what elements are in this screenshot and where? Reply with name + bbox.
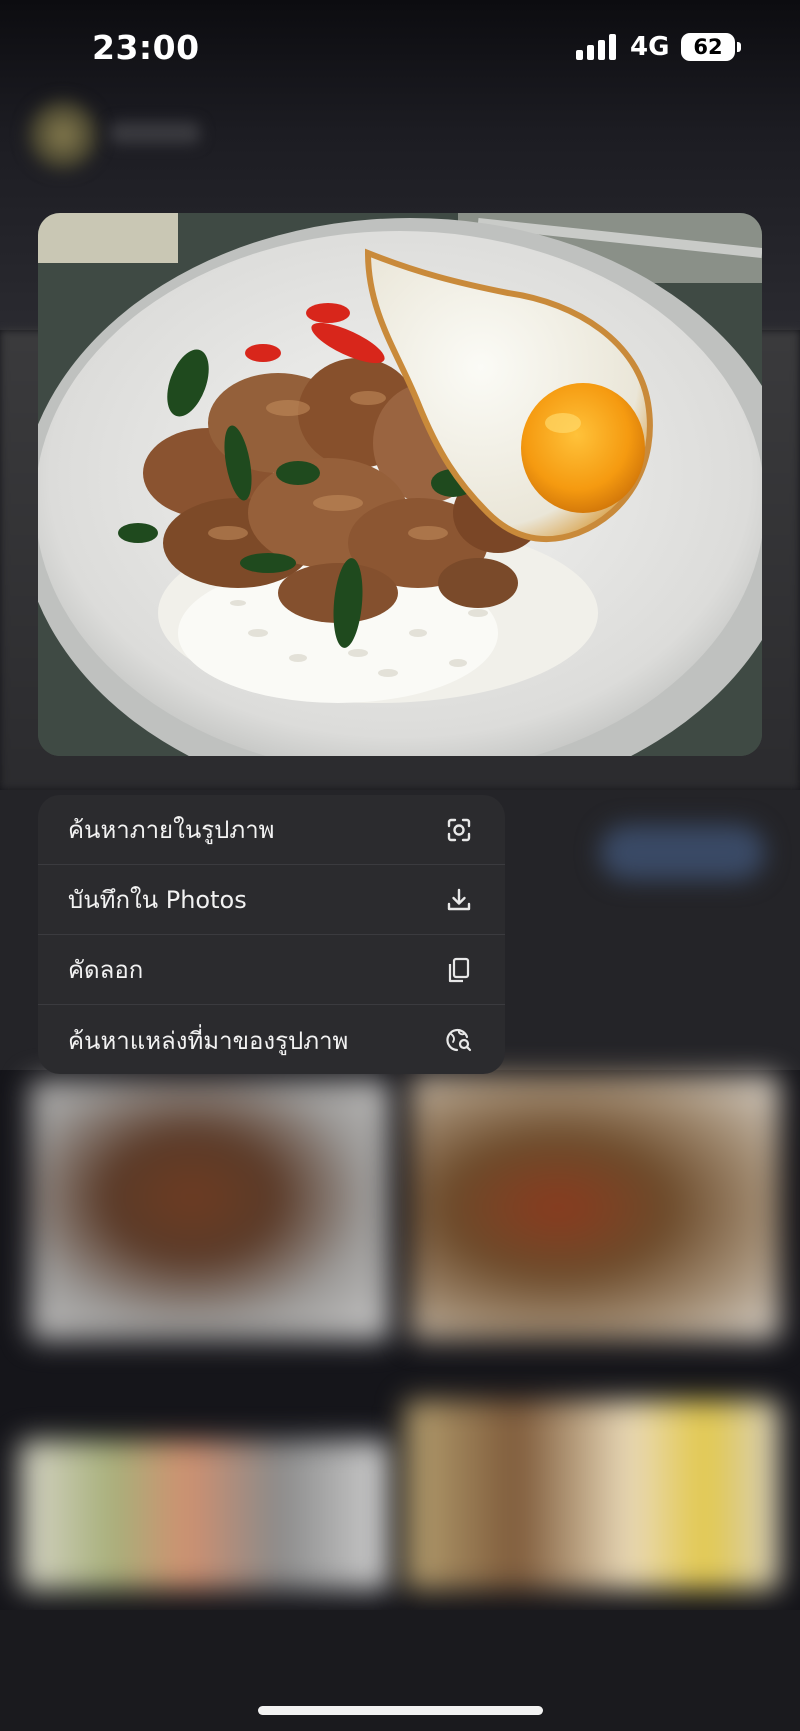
background-username <box>110 122 200 144</box>
status-time: 23:00 <box>92 28 200 67</box>
menu-item-visual-search[interactable]: ค้นหาภายในรูปภาพ <box>38 795 505 865</box>
menu-item-save-to-photos[interactable]: บันทึกใน Photos <box>38 865 505 935</box>
menu-item-label: ค้นหาแหล่งที่มาของรูปภาพ <box>68 1026 349 1055</box>
food-photo <box>38 213 762 756</box>
copy-icon <box>445 956 473 984</box>
battery-level: 62 <box>693 35 723 59</box>
background-thumbnail <box>30 1080 390 1340</box>
background-thumbnail <box>410 1075 780 1340</box>
background-avatar <box>28 100 98 170</box>
signal-bars-icon <box>576 34 618 60</box>
menu-item-label: ค้นหาภายในรูปภาพ <box>68 816 275 844</box>
battery-tip <box>737 42 741 52</box>
download-icon <box>445 886 473 914</box>
menu-item-label: คัดลอก <box>68 956 144 984</box>
menu-item-reverse-image-search[interactable]: ค้นหาแหล่งที่มาของรูปภาพ <box>38 1005 505 1074</box>
background-thumbnail <box>20 1440 390 1590</box>
context-menu: ค้นหาภายในรูปภาพ บันทึกใน Photos คัดลอก … <box>38 795 505 1074</box>
background-button <box>600 825 765 880</box>
home-indicator[interactable] <box>258 1706 543 1715</box>
reverse-image-search-icon <box>445 1026 473 1054</box>
background-thumbnail <box>405 1400 780 1590</box>
visual-search-scan-icon <box>445 816 473 844</box>
network-type: 4G <box>630 32 670 62</box>
battery-icon: 62 <box>681 33 735 61</box>
image-preview[interactable] <box>38 213 762 756</box>
menu-item-label: บันทึกใน Photos <box>68 886 247 914</box>
menu-item-copy[interactable]: คัดลอก <box>38 935 505 1005</box>
